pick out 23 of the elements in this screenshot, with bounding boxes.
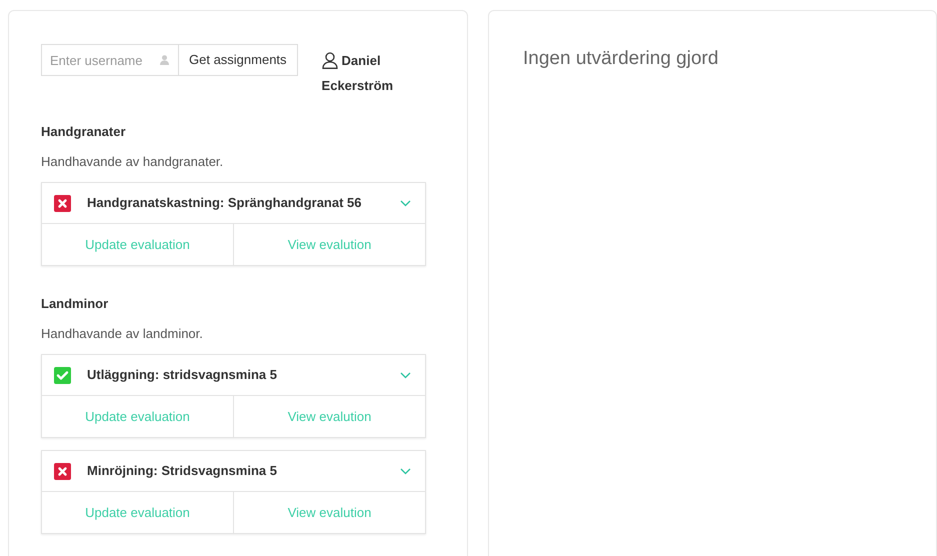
view-evaluation-link[interactable]: View evalution [234, 224, 425, 265]
assignment-title: Minröjning: Stridsvagnsmina 5 [87, 462, 278, 480]
group-title: Landminor [41, 295, 110, 313]
update-evaluation-link[interactable]: Update evaluation [42, 492, 234, 533]
update-evaluation-link[interactable]: Update evaluation [42, 224, 234, 265]
assignment-title: Utläggning: stridsvagnsmina 5 [87, 366, 278, 384]
update-evaluation-link[interactable]: Update evaluation [42, 396, 234, 437]
chevron-down-icon[interactable] [400, 372, 411, 378]
group-description: Handhavande av landminor. [41, 324, 204, 342]
assignment-title: Handgranatskastning: Spränghandgranat 56 [87, 194, 362, 212]
evaluation-message: Ingen utvärdering gjord [523, 47, 720, 71]
view-evaluation-link[interactable]: View evalution [234, 396, 425, 437]
user-first-name: Daniel [342, 52, 381, 70]
username-field[interactable]: Enter username [41, 44, 179, 76]
user-icon [322, 52, 338, 69]
group-description: Handhavande av handgranater. [41, 152, 224, 171]
group-title: Handgranater [41, 123, 127, 141]
chevron-down-icon[interactable] [400, 468, 411, 474]
chevron-down-icon[interactable] [400, 200, 411, 206]
user-last-name: Eckerström [322, 77, 394, 95]
get-assignments-button[interactable]: Get assignments [179, 44, 298, 76]
view-evaluation-link[interactable]: View evalution [234, 492, 425, 533]
person-icon [160, 55, 169, 65]
